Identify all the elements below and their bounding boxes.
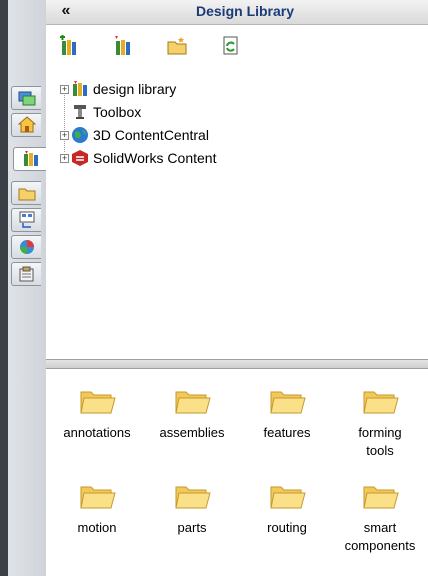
folder-label: parts: [177, 520, 207, 535]
panel-title-bar: « Design Library: [46, 0, 428, 25]
left-edge-strip: [0, 0, 8, 576]
folder-icon: [18, 188, 35, 201]
tree-item-3d-contentcentral[interactable]: + 3D ContentCentral: [60, 124, 209, 146]
refresh-icon: [223, 36, 238, 55]
collapse-button[interactable]: «: [56, 2, 76, 22]
tab-appearances[interactable]: [11, 235, 41, 259]
folder-icon: [363, 391, 399, 414]
folder-label: routing: [267, 520, 307, 535]
resources-icon: [18, 91, 35, 106]
expand-toggle[interactable]: +: [60, 130, 69, 140]
toolbox-icon: [74, 105, 86, 119]
folder-label: motion: [77, 520, 117, 535]
tab-solidworks-resources[interactable]: [11, 86, 41, 110]
tab-file-explorer[interactable]: [11, 181, 41, 205]
expand-toggle[interactable]: +: [60, 153, 69, 163]
tab-view-palette[interactable]: [11, 208, 41, 232]
tree-item-label: design library: [93, 81, 177, 97]
tab-design-library[interactable]: [13, 147, 47, 171]
tree-item-toolbox[interactable]: Toolbox: [60, 101, 141, 123]
folder-label: features: [263, 425, 311, 440]
view-palette-icon: [19, 211, 34, 228]
design-library-icon: [73, 81, 87, 96]
tree-item-label: Toolbox: [93, 104, 142, 120]
folder-icon: [270, 486, 306, 509]
tree-item-label: SolidWorks Content: [93, 150, 217, 166]
design-library-icon: [23, 151, 38, 166]
panel-title: Design Library: [196, 3, 295, 19]
folder-features[interactable]: features: [239, 386, 335, 442]
folder-forming-tools[interactable]: forming tools: [332, 386, 428, 460]
home-icon: [17, 116, 36, 133]
folder-label: forming tools: [358, 425, 402, 458]
folder-icon: [175, 486, 211, 509]
folder-grid: annotations assemblies features forming …: [46, 368, 428, 576]
add-file-location-button[interactable]: [110, 33, 136, 59]
new-folder-icon: [167, 37, 187, 55]
solidworks-icon: [72, 150, 88, 166]
add-file-location-icon: [115, 36, 130, 55]
folder-label: smart components: [344, 520, 416, 553]
folder-icon: [175, 391, 211, 414]
folder-assemblies[interactable]: assemblies: [144, 386, 240, 442]
custom-properties-icon: [19, 266, 33, 282]
folder-label: assemblies: [159, 425, 225, 440]
add-to-library-icon: [60, 35, 76, 55]
tree-item-design-library[interactable]: + design library: [60, 78, 176, 100]
library-tree: + design library Toolbox + 3D ContentCen…: [46, 70, 428, 360]
folder-annotations[interactable]: annotations: [49, 386, 145, 442]
folder-routing[interactable]: routing: [239, 481, 335, 537]
tab-custom-properties[interactable]: [11, 262, 41, 286]
add-to-library-button[interactable]: [56, 33, 82, 59]
create-new-folder-button[interactable]: [164, 33, 190, 59]
task-pane-tab-column: [8, 0, 47, 576]
folder-smart-components[interactable]: smart components: [332, 481, 428, 555]
tab-home[interactable]: [11, 113, 41, 137]
folder-icon: [80, 391, 116, 414]
expand-toggle[interactable]: +: [60, 84, 69, 94]
refresh-button[interactable]: [218, 33, 244, 59]
folder-motion[interactable]: motion: [49, 481, 145, 537]
folder-icon: [270, 391, 306, 414]
folder-parts[interactable]: parts: [144, 481, 240, 537]
toolbar: [46, 25, 428, 69]
tree-item-label: 3D ContentCentral: [93, 127, 209, 143]
folder-icon: [80, 486, 116, 509]
tree-item-solidworks-content[interactable]: + SolidWorks Content: [60, 147, 216, 169]
design-library-panel: « Design Library + design library Toolbo…: [46, 0, 428, 576]
globe-icon: [72, 127, 88, 143]
folder-label: annotations: [63, 425, 131, 440]
appearances-icon: [19, 240, 34, 254]
folder-icon: [363, 486, 399, 509]
